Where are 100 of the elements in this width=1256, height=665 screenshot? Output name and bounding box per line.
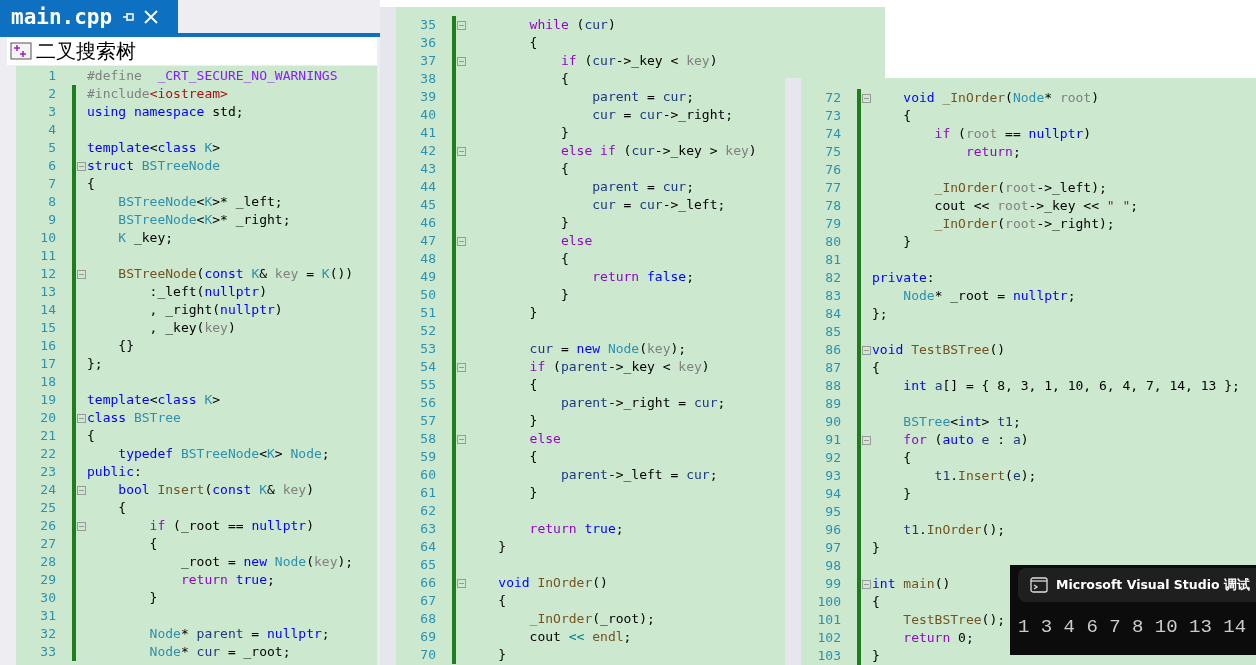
line-number: 56 — [419, 394, 436, 412]
code-line: { — [902, 107, 912, 125]
line-number: 63 — [419, 520, 436, 538]
collapse-icon[interactable] — [77, 413, 86, 423]
code-line: void TestBSTree() — [872, 341, 1006, 359]
code-line: } — [528, 484, 538, 502]
collapse-icon[interactable] — [457, 146, 466, 156]
code-line: { — [872, 593, 880, 611]
code-line: } — [528, 304, 538, 322]
code-line: BSTreeNode(const K& key = K()) — [117, 265, 354, 283]
line-number: 83 — [824, 287, 841, 305]
file-tab[interactable]: main.cpp — [0, 0, 178, 33]
line-number: 30 — [39, 589, 56, 607]
code-line: else if (cur->_key > key) — [559, 142, 757, 160]
line-number: 44 — [419, 178, 436, 196]
code-line: return true; — [528, 520, 624, 538]
line-number: 11 — [39, 247, 56, 265]
line-number: 41 — [419, 124, 436, 142]
code-line: cout << endl; — [528, 628, 632, 646]
line-number: 12 — [39, 265, 56, 283]
collapse-icon[interactable] — [77, 521, 86, 531]
code-line: parent = cur; — [591, 88, 694, 106]
line-number: 20 — [39, 409, 56, 427]
line-number: 78 — [824, 197, 841, 215]
collapse-icon[interactable] — [77, 269, 86, 279]
code-line: } — [148, 589, 158, 607]
code-line: { — [528, 448, 538, 466]
collapse-icon[interactable] — [457, 578, 466, 588]
code-line: BSTreeNode<K>* _left; — [117, 193, 283, 211]
collapse-icon[interactable] — [862, 93, 871, 103]
code-line: _InOrder(root->_right); — [933, 215, 1115, 233]
line-number: 96 — [824, 521, 841, 539]
scope-label: 二叉搜索树 — [36, 37, 136, 65]
line-number: 33 — [39, 643, 56, 661]
code-line: Node* parent = nullptr; — [148, 625, 330, 643]
collapse-icon[interactable] — [862, 435, 871, 445]
line-number: 72 — [824, 89, 841, 107]
code-line: } — [872, 539, 880, 557]
line-number: 81 — [824, 251, 841, 269]
code-line: { — [87, 175, 95, 193]
collapse-icon[interactable] — [457, 20, 466, 30]
code-line: bool Insert(const K& key) — [117, 481, 314, 499]
code-line: { — [872, 359, 880, 377]
code-line: } — [559, 124, 569, 142]
code-line: if (_root == nullptr) — [148, 517, 314, 535]
code-line: TestBSTree(); — [902, 611, 1006, 629]
line-number: 14 — [39, 301, 56, 319]
close-icon[interactable] — [144, 9, 159, 24]
code-line: else — [559, 232, 593, 250]
code-line: { — [559, 250, 569, 268]
line-number: 103 — [816, 647, 841, 665]
code-line: for (auto e : a) — [902, 431, 1029, 449]
collapse-icon[interactable] — [862, 579, 871, 589]
code-line: void _InOrder(Node* root) — [902, 89, 1099, 107]
code-line: }; — [87, 355, 103, 373]
collapse-icon[interactable] — [457, 434, 466, 444]
code-line: Node* cur = _root; — [148, 643, 291, 661]
code-line: if (parent->_key < key) — [528, 358, 710, 376]
pin-icon[interactable] — [122, 10, 135, 23]
code-line: cur = new Node(key); — [528, 340, 687, 358]
code-line: } — [528, 412, 538, 430]
code-line: if (root == nullptr) — [933, 125, 1092, 143]
code-line: { — [87, 427, 95, 445]
code-line: cur = cur->_right; — [591, 106, 734, 124]
line-number: 92 — [824, 449, 841, 467]
line-number: 88 — [824, 377, 841, 395]
line-number: 24 — [39, 481, 56, 499]
line-number: 87 — [824, 359, 841, 377]
collapse-icon[interactable] — [862, 345, 871, 355]
code-line: return; — [964, 143, 1021, 161]
code-line: t1.Insert(e); — [933, 467, 1037, 485]
line-number: 58 — [419, 430, 436, 448]
collapse-icon[interactable] — [457, 236, 466, 246]
code-line: while (cur) — [528, 16, 616, 34]
line-number: 19 — [39, 391, 56, 409]
line-number: 59 — [419, 448, 436, 466]
line-number: 10 — [39, 229, 56, 247]
code-line: { — [148, 535, 158, 553]
scope-dropdown[interactable]: 二叉搜索树 — [7, 37, 377, 65]
line-number: 79 — [824, 215, 841, 233]
collapse-icon[interactable] — [457, 362, 466, 372]
line-number: 67 — [419, 592, 436, 610]
line-number: 29 — [39, 571, 56, 589]
collapse-icon[interactable] — [77, 161, 86, 171]
project-icon — [10, 42, 32, 60]
line-number: 66 — [419, 574, 436, 592]
line-number: 85 — [824, 323, 841, 341]
line-number: 15 — [39, 319, 56, 337]
line-number: 23 — [39, 463, 56, 481]
line-number: 68 — [419, 610, 436, 628]
line-number: 91 — [824, 431, 841, 449]
line-number: 69 — [419, 628, 436, 646]
collapse-icon[interactable] — [457, 56, 466, 66]
code-line: t1.InOrder(); — [902, 521, 1006, 539]
line-number: 26 — [39, 517, 56, 535]
collapse-icon[interactable] — [77, 485, 86, 495]
console-output: 1 3 4 6 7 8 10 13 14 — [1018, 616, 1248, 638]
line-number: 93 — [824, 467, 841, 485]
line-number: 65 — [419, 556, 436, 574]
line-number: 43 — [419, 160, 436, 178]
